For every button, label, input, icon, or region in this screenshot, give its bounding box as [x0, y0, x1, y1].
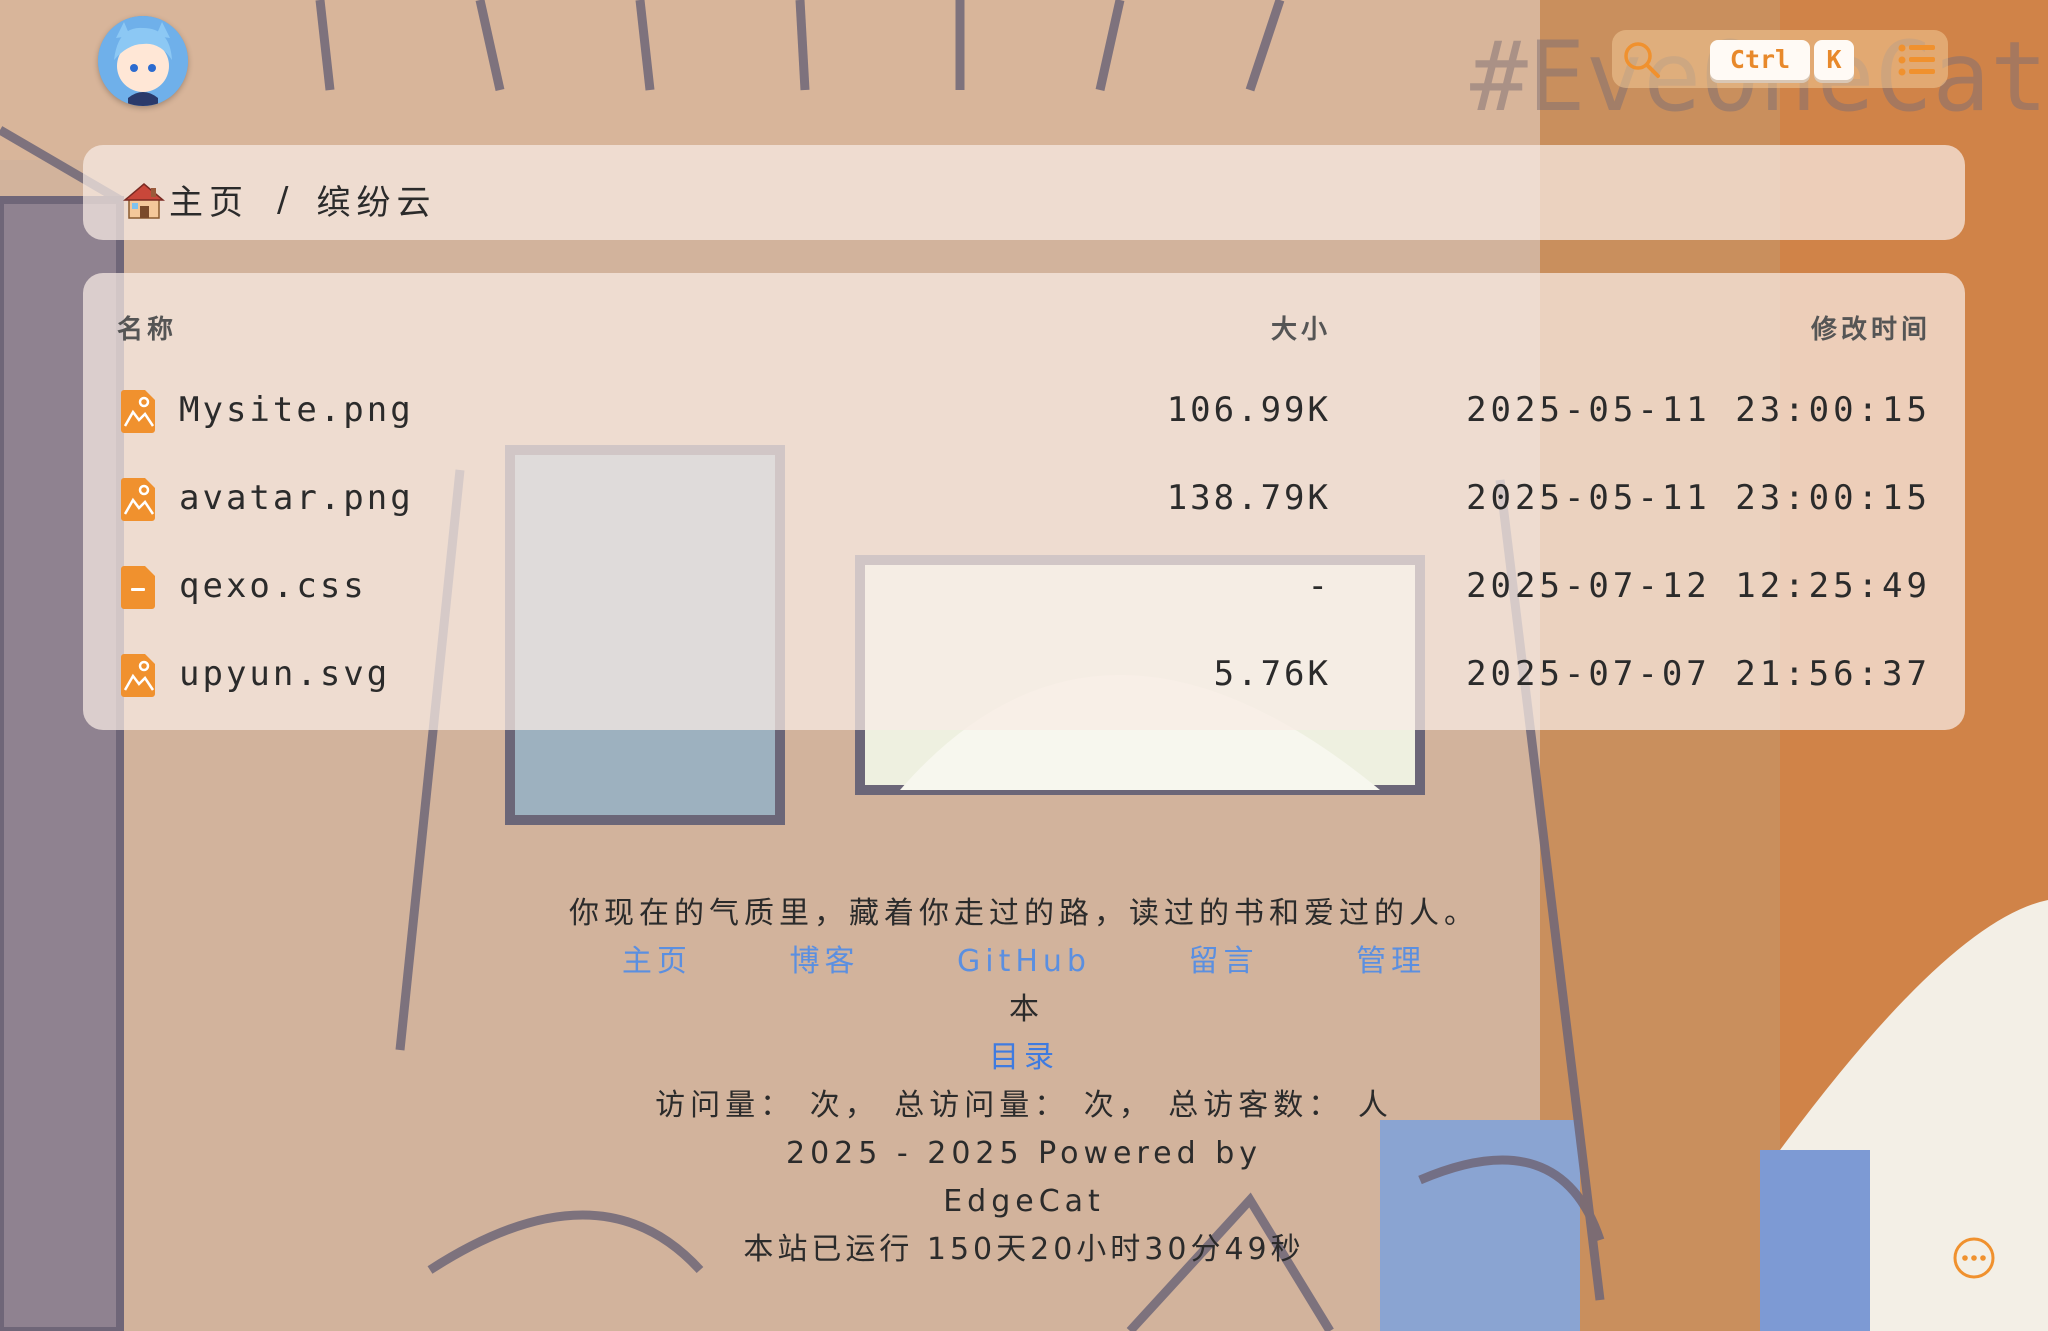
- footer-link-home[interactable]: 主页: [622, 944, 692, 979]
- image-file-icon: [121, 390, 155, 433]
- more-dots-icon: [1953, 1237, 1995, 1279]
- footer-link-admin[interactable]: 管理: [1356, 944, 1426, 979]
- file-name[interactable]: upyun.svg: [179, 654, 390, 694]
- shortcut-key-k[interactable]: K: [1814, 40, 1854, 80]
- breadcrumb-separator: /: [277, 179, 289, 220]
- house-icon: [123, 182, 165, 219]
- footer-links: 主页 博客 GitHub 留言 管理: [0, 938, 2048, 986]
- file-name[interactable]: Mysite.png: [179, 390, 414, 430]
- file-modified: 2025-05-11 23:00:15: [1466, 478, 1931, 518]
- footer-ben: 本: [1009, 992, 1039, 1027]
- menu-button[interactable]: [1896, 40, 1938, 80]
- breadcrumb: 主页 / 缤纷云: [123, 175, 436, 224]
- file-name[interactable]: avatar.png: [179, 478, 414, 518]
- avatar-image: [98, 16, 188, 106]
- footer-link-guestbook[interactable]: 留言: [1189, 944, 1259, 979]
- shortcut-key-ctrl[interactable]: Ctrl: [1710, 40, 1810, 80]
- powered-by-line1: 2025 - 2025 Powered by: [785, 1136, 1262, 1171]
- image-file-icon: [121, 654, 155, 697]
- column-header-modified[interactable]: 修改时间: [1811, 309, 1931, 346]
- more-options-button[interactable]: [1952, 1236, 1996, 1280]
- generic-file-icon: [121, 566, 155, 609]
- file-name[interactable]: qexo.css: [179, 566, 367, 606]
- file-modified: 2025-07-12 12:25:49: [1466, 566, 1931, 606]
- file-modified: 2025-05-11 23:00:15: [1466, 390, 1931, 430]
- toc-link[interactable]: 目录: [0, 1034, 2048, 1082]
- visit-stats: 访问量： 次， 总访问量： 次， 总访客数： 人: [655, 1088, 1393, 1123]
- file-modified: 2025-07-07 21:56:37: [1466, 654, 1931, 694]
- table-row[interactable]: avatar.png 138.79K 2025-05-11 23:00:15: [83, 456, 1965, 544]
- file-size: 138.79K: [1166, 478, 1331, 518]
- avatar[interactable]: [98, 16, 188, 106]
- search-icon: [1624, 42, 1660, 78]
- list-menu-icon: [1898, 44, 1935, 76]
- breadcrumb-home-link[interactable]: 主页: [169, 175, 249, 224]
- file-size: 106.99K: [1166, 390, 1331, 430]
- column-header-name[interactable]: 名称: [117, 309, 177, 346]
- table-row[interactable]: upyun.svg 5.76K 2025-07-07 21:56:37: [83, 632, 1965, 720]
- file-table: 名称 大小 修改时间 Mysite.png 106.99K 2025-05-11…: [83, 273, 1965, 730]
- file-size: 5.76K: [1213, 654, 1331, 694]
- powered-by-line2: EdgeCat: [943, 1184, 1105, 1219]
- footer-link-blog[interactable]: 博客: [789, 944, 859, 979]
- breadcrumb-card: 主页 / 缤纷云: [83, 145, 1965, 240]
- column-header-size[interactable]: 大小: [1271, 309, 1331, 346]
- table-row[interactable]: qexo.css - 2025-07-12 12:25:49: [83, 544, 1965, 632]
- search-button[interactable]: [1620, 38, 1664, 82]
- site-uptime: 本站已运行 150天20小时30分49秒: [743, 1232, 1305, 1267]
- footer-link-github[interactable]: GitHub: [957, 944, 1091, 979]
- image-file-icon: [121, 478, 155, 521]
- footer-quote: 你现在的气质里，藏着你走过的路，读过的书和爱过的人。: [569, 896, 1479, 931]
- table-row[interactable]: Mysite.png 106.99K 2025-05-11 23:00:15: [83, 368, 1965, 456]
- breadcrumb-current: 缤纷云: [316, 183, 437, 223]
- file-size: -: [1307, 566, 1331, 606]
- footer: 你现在的气质里，藏着你走过的路，读过的书和爱过的人。 主页 博客 GitHub …: [0, 890, 2048, 1274]
